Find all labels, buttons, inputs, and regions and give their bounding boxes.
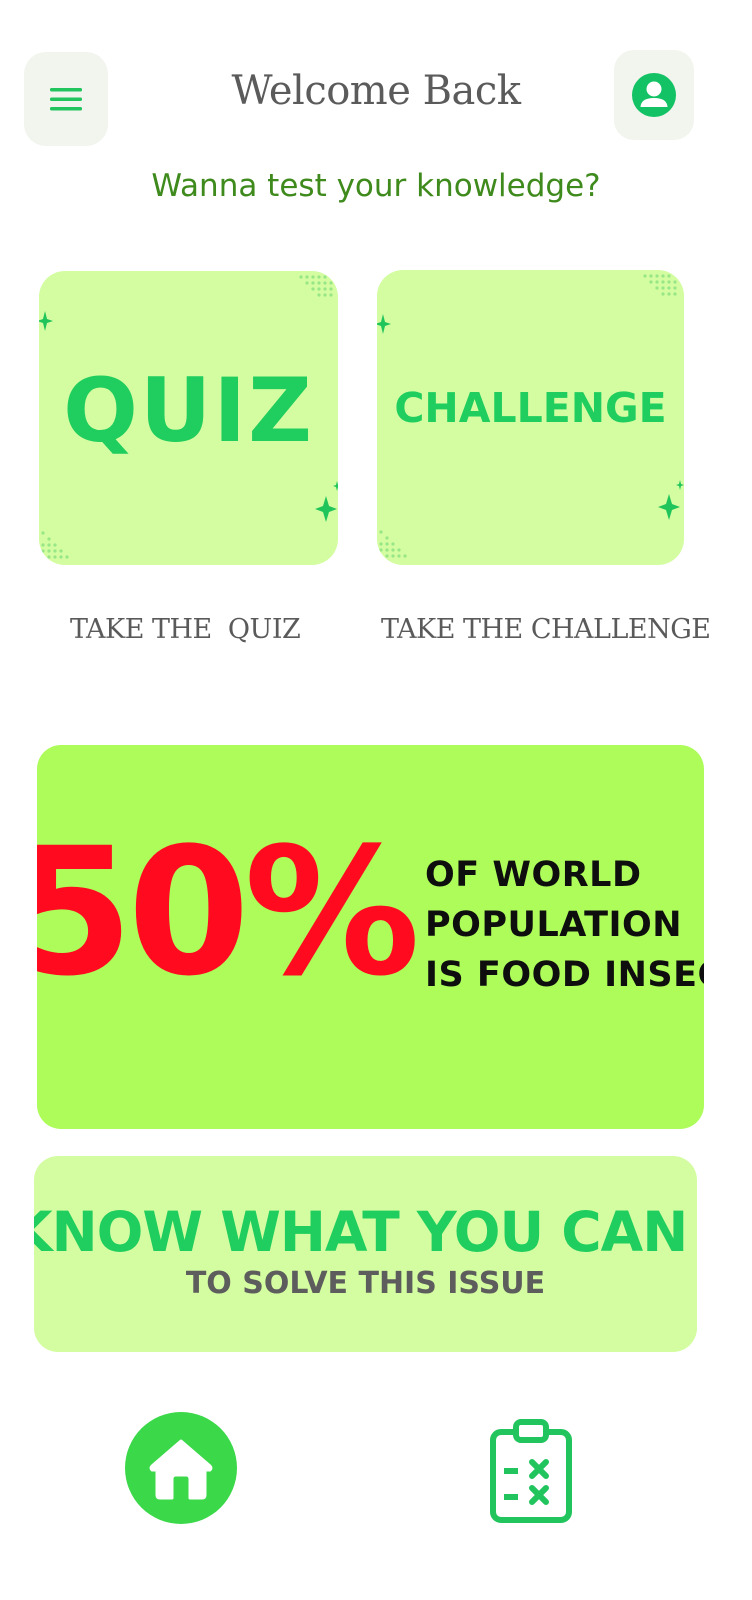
home-icon — [149, 1439, 213, 1500]
food-insecurity-banner[interactable]: 50% OF WORLD POPULATION IS FOOD INSECURE — [37, 745, 704, 1129]
nav-quiz-button[interactable] — [488, 1418, 574, 1524]
user-circle-icon — [632, 73, 676, 117]
challenge-tile[interactable]: CHALLENGE — [377, 270, 684, 565]
banner-subline: TO SOLVE THIS ISSUE — [185, 1266, 546, 1301]
quiz-tile[interactable]: QUIZ — [39, 271, 338, 565]
quiz-tile-caption[interactable]: TAKE THE QUIZ — [70, 614, 301, 645]
challenge-tile-caption[interactable]: TAKE THE CHALLENGE — [381, 614, 711, 645]
quiz-tile-label: QUIZ — [63, 359, 314, 462]
profile-button[interactable] — [614, 50, 694, 140]
stat-line-1: OF WORLD — [425, 855, 642, 895]
challenge-tile-label: CHALLENGE — [394, 384, 667, 432]
stat-line-3: IS FOOD INSECURE — [425, 955, 704, 995]
clipboard-quiz-icon — [490, 1419, 572, 1523]
solve-issue-banner[interactable]: KNOW WHAT YOU CAN DO TO SOLVE THIS ISSUE — [34, 1156, 697, 1352]
subtitle: Wanna test your knowledge? — [151, 168, 601, 204]
banner-headline: KNOW WHAT YOU CAN DO — [34, 1200, 697, 1264]
stat-percent: 50% — [37, 810, 420, 1015]
stat-line-2: POPULATION — [425, 905, 683, 945]
nav-home-button[interactable] — [125, 1412, 237, 1524]
